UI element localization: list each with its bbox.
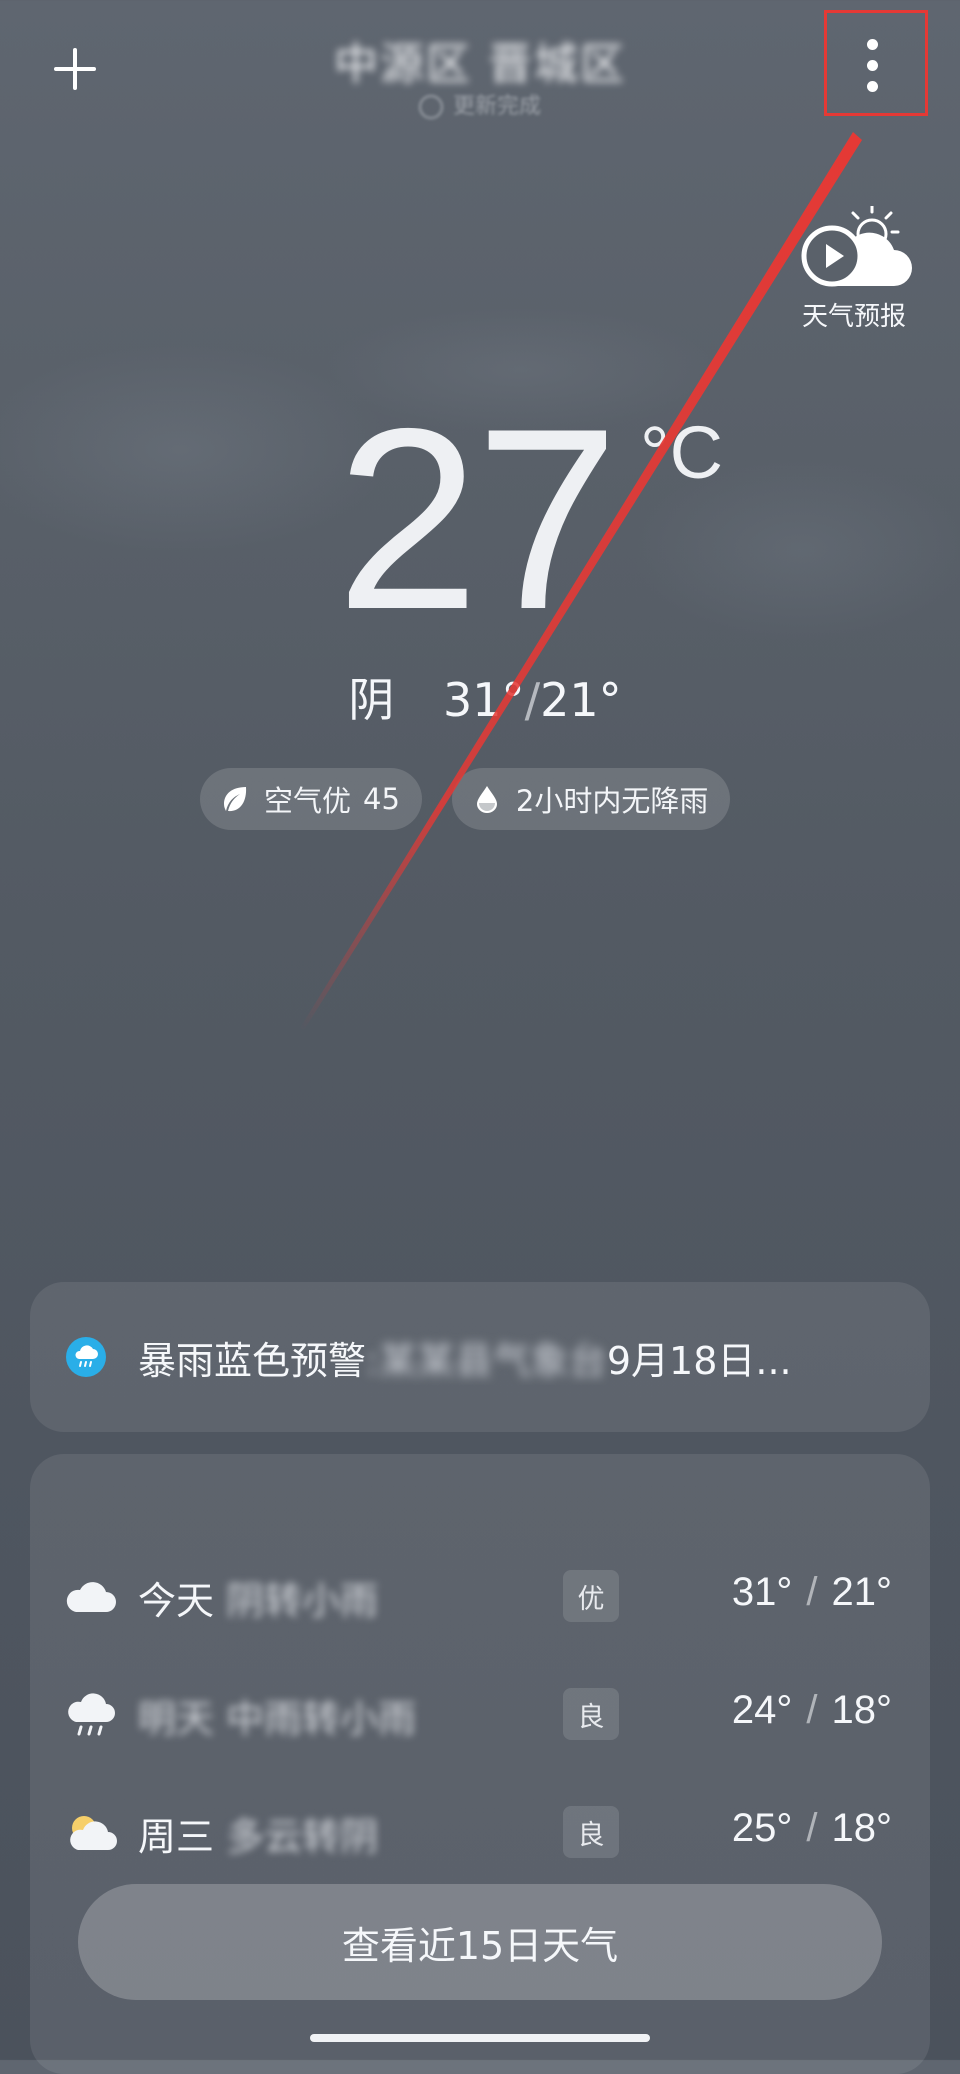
weather-alert-card[interactable]: 暴雨蓝色预警:某某县气象台9月18日... [30,1282,930,1432]
current-condition: 阴 [348,673,395,727]
check-icon [418,95,443,119]
forecast-high: 31° [731,1570,793,1614]
air-quality-value: 45 [363,782,400,816]
forecast-row-wednesday[interactable]: 周三 多云转阴 良 25° / 18° [30,1784,930,1884]
forecast-day-label: 周三 多云转阴 [138,1806,378,1861]
forecast-condition: 阴转小雨 [226,1579,379,1623]
info-chips: 空气优 45 2小时内无降雨 [200,768,731,830]
today-low: 21° [540,673,622,727]
weather-forecast-video-button[interactable]: 天气预报 [788,206,920,336]
forecast-day-label: 明天 中雨转小雨 [138,1688,416,1743]
forecast-low: 21° [831,1570,893,1614]
forecast-low: 18° [831,1688,893,1732]
aqi-badge: 良 [563,1806,619,1858]
forecast-row-today[interactable]: 今天 阴转小雨 优 31° / 21° [30,1548,930,1648]
alert-source-redacted: 某某县气象台 [378,1338,607,1383]
update-status-text: 更新完成 [452,94,541,119]
today-high: 31° [443,673,525,727]
forecast-temps: 31° / 21° [732,1570,892,1615]
forecast-row-tomorrow[interactable]: 明天 中雨转小雨 良 24° / 18° [30,1666,930,1766]
weather-forecast-label: 天气预报 [801,302,906,332]
aqi-badge: 良 [563,1688,619,1740]
rainstorm-alert-icon [66,1337,106,1377]
view-15-day-forecast-button[interactable]: 查看近15日天气 [78,1884,882,2000]
rain-forecast-chip[interactable]: 2小时内无降雨 [451,768,731,830]
annotation-highlight-box [824,10,928,116]
forecast-day-label: 今天 阴转小雨 [138,1570,378,1625]
forecast-day: 今天 [138,1579,215,1623]
forecast-low: 18° [831,1806,893,1850]
forecast-day: 周三 [138,1815,215,1859]
partly-cloudy-icon [70,1816,117,1850]
forecast-condition: 中雨转小雨 [226,1697,417,1741]
high-low-separator: / [524,673,541,727]
update-status: 更新完成 [0,88,960,120]
temperature-unit: °C [640,411,724,494]
alert-text: 暴雨蓝色预警:某某县气象台9月18日... [138,1330,918,1385]
air-quality-label: 空气优 [264,784,352,818]
alert-colon: : [366,1338,379,1383]
temp-separator: / [806,1806,818,1850]
forecast-condition: 多云转阴 [226,1815,379,1859]
water-drop-icon [476,786,497,813]
current-temperature: 27 [336,374,619,663]
aqi-badge: 优 [563,1570,619,1622]
forecast-temps: 25° / 18° [732,1806,892,1851]
play-cloud-sun-icon [801,206,912,287]
alert-title: 暴雨蓝色预警 [138,1338,367,1383]
home-indicator[interactable] [310,2034,650,2042]
leaf-icon [224,787,247,812]
forecast-high: 25° [731,1806,793,1850]
air-quality-chip[interactable]: 空气优 45 [200,768,422,830]
location-title[interactable]: 中源区 晋城区 [0,28,960,92]
temp-separator: / [806,1570,818,1614]
temp-separator: / [806,1688,818,1732]
rain-icon [68,1693,115,1736]
rain-forecast-label: 2小时内无降雨 [515,784,709,818]
alert-date: 9月18日... [606,1338,792,1383]
condition-line: 阴 31°/21° [0,664,960,730]
forecast-high: 24° [731,1688,793,1732]
daily-forecast-card: 今天 阴转小雨 优 31° / 21° 明天 中雨转小雨 良 24° / 18° 周三 … [30,1454,930,2074]
forecast-day: 明天 [138,1697,215,1741]
cloud-icon [66,1582,116,1612]
forecast-temps: 24° / 18° [732,1688,892,1733]
